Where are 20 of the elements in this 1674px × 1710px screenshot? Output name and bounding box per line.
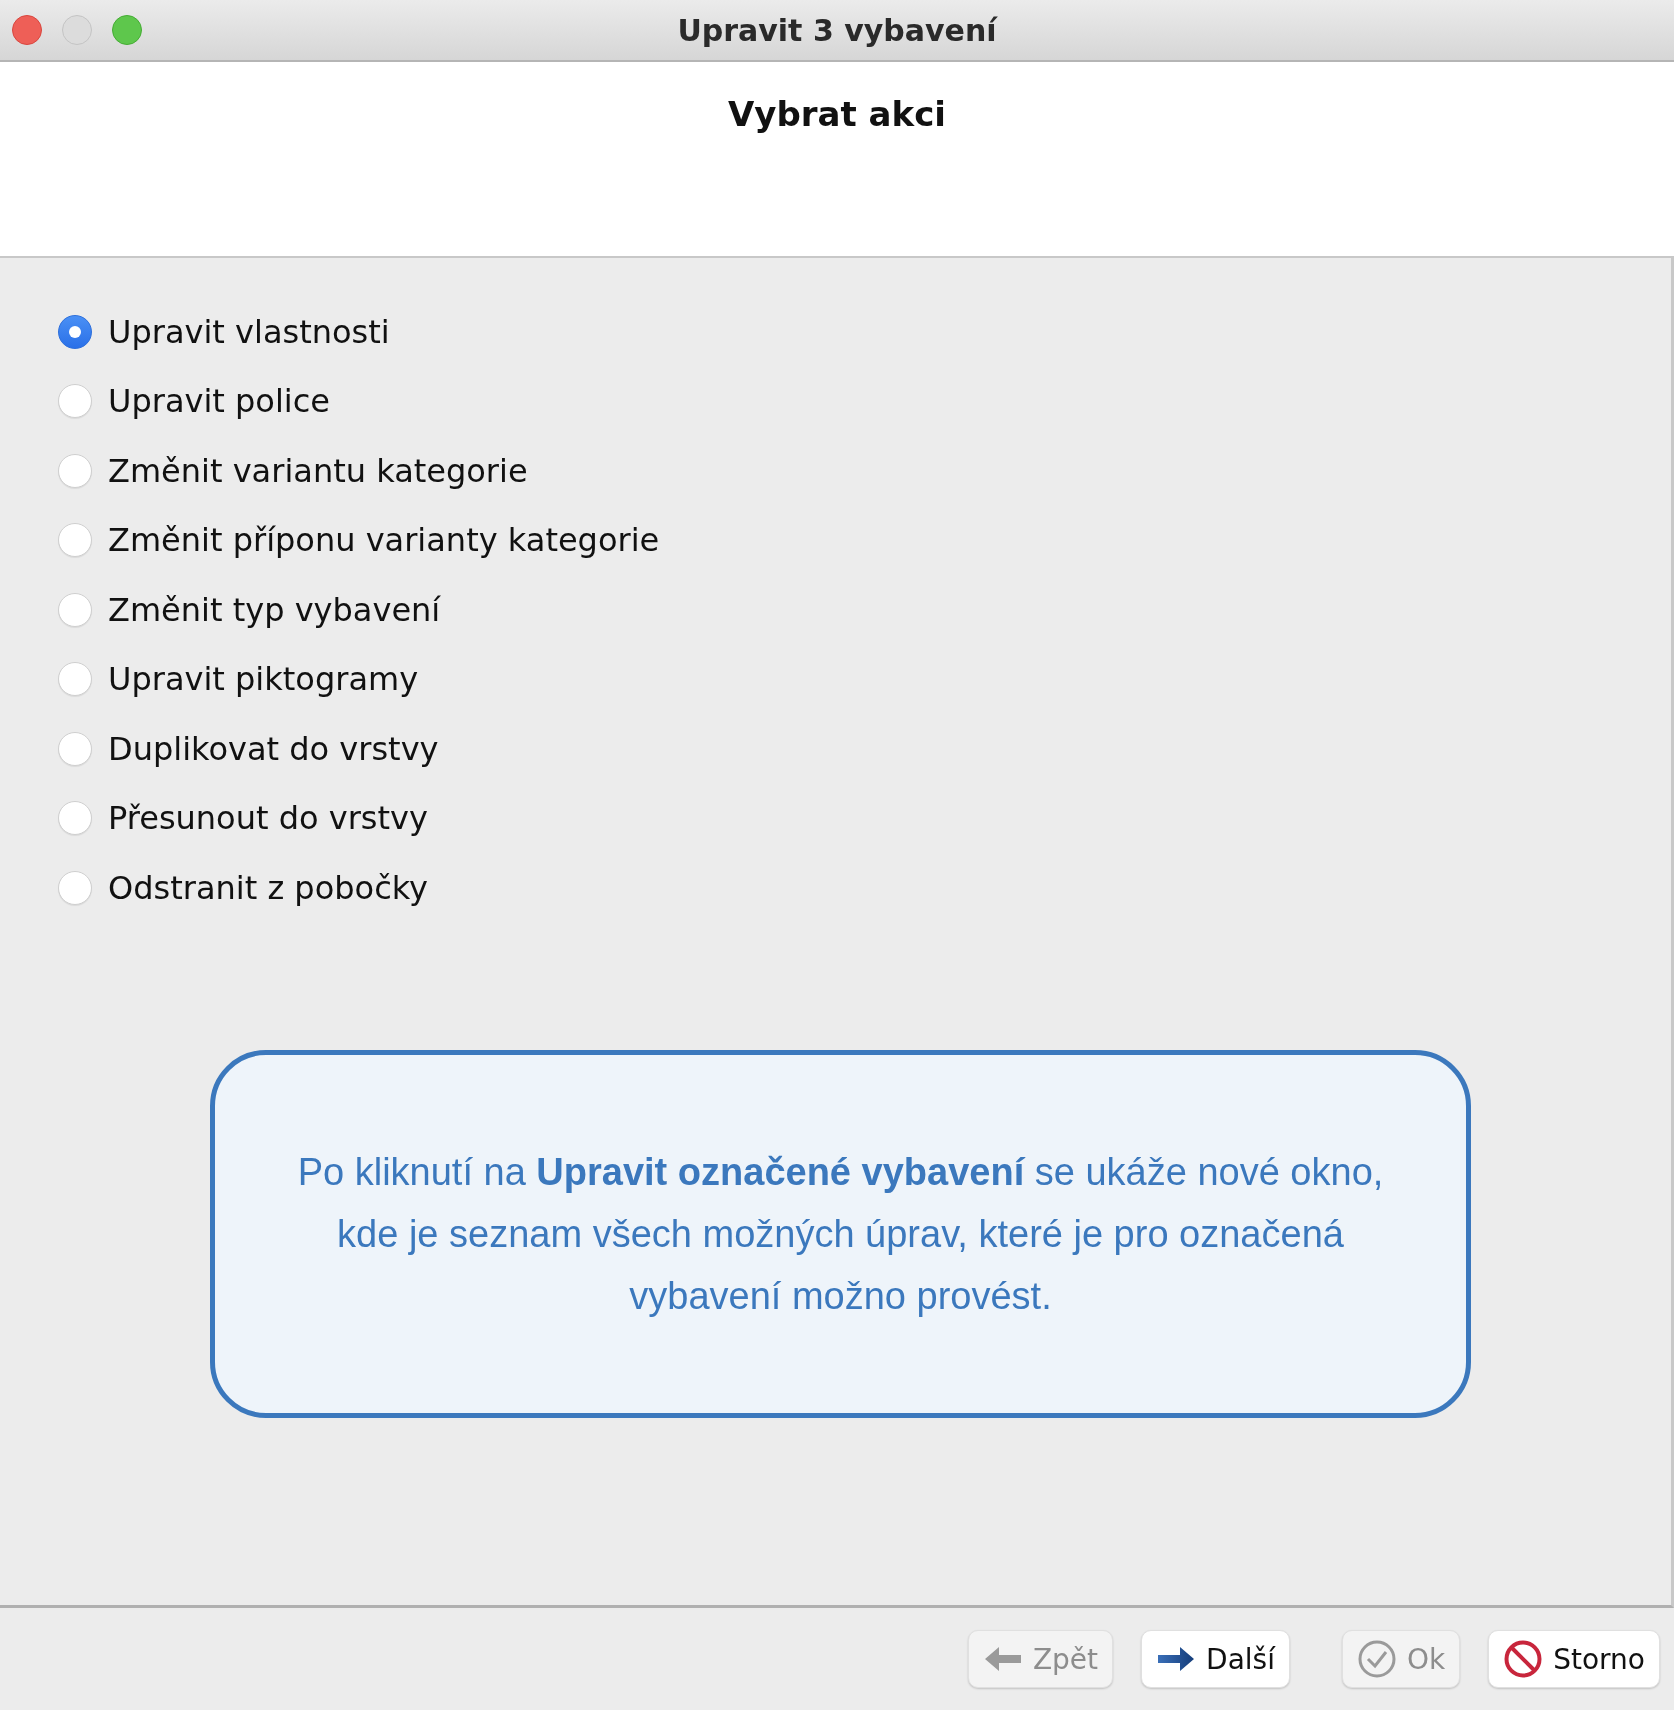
option-label: Upravit police bbox=[108, 382, 330, 421]
option-label: Přesunout do vrstvy bbox=[108, 799, 428, 838]
prohibited-icon bbox=[1503, 1639, 1544, 1679]
close-window-button[interactable] bbox=[12, 15, 42, 45]
option-label: Duplikovat do vrstvy bbox=[108, 729, 439, 768]
option-label: Změnit variantu kategorie bbox=[108, 451, 528, 490]
window-title: Upravit 3 vybavení bbox=[677, 12, 997, 48]
option-label: Odstranit z pobočky bbox=[108, 868, 429, 907]
option-label: Upravit vlastnosti bbox=[108, 312, 390, 351]
next-button[interactable]: Další bbox=[1141, 1630, 1290, 1688]
minimize-window-button[interactable] bbox=[62, 15, 92, 45]
cancel-button[interactable]: Storno bbox=[1488, 1630, 1660, 1688]
option-label: Změnit typ vybavení bbox=[108, 590, 441, 629]
option-label: Změnit příponu varianty kategorie bbox=[108, 521, 660, 560]
zoom-window-button[interactable] bbox=[112, 15, 142, 45]
callout-text: Po kliknutí na Upravit označené vybavení se ukáže nové okno, kde je seznam všech možných úprav, které je pro označená vybavení možno provést. bbox=[296, 1149, 1385, 1319]
option-label: Upravit piktogramy bbox=[108, 660, 419, 699]
radio-button[interactable] bbox=[58, 314, 92, 349]
page-heading: Vybrat akci bbox=[728, 94, 946, 136]
checkmark-circle-icon bbox=[1356, 1639, 1397, 1679]
